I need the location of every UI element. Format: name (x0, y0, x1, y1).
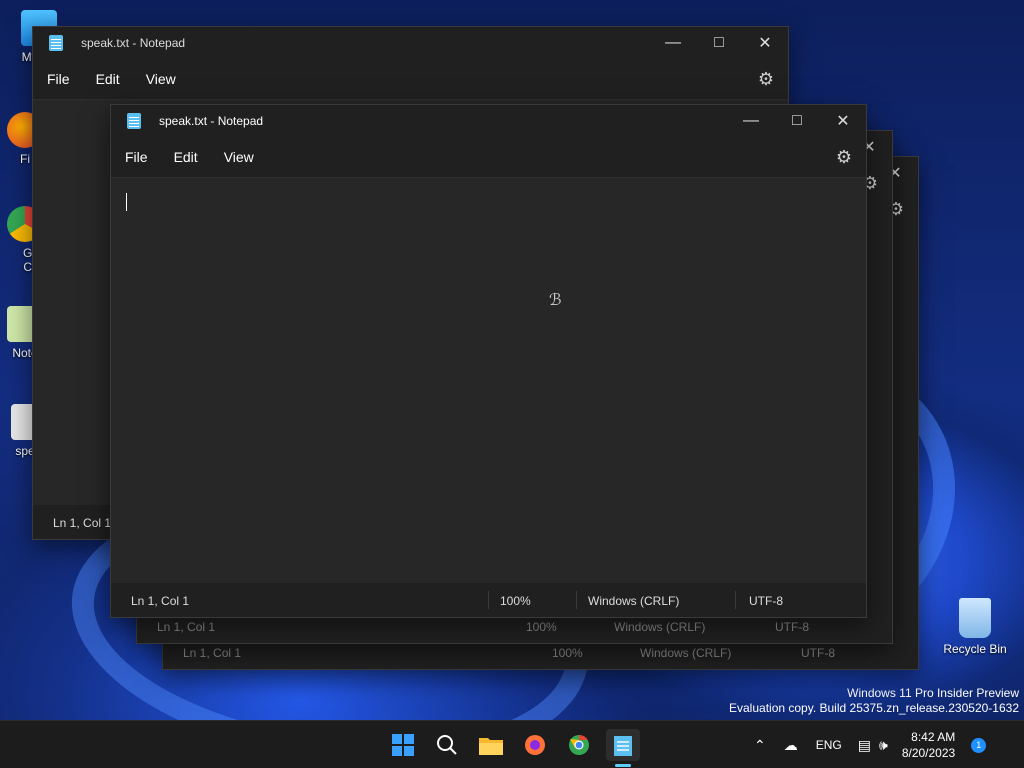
chrome-icon (569, 734, 589, 755)
window-title: speak.txt - Notepad (159, 114, 264, 128)
chrome-button[interactable] (562, 729, 596, 761)
watermark-line-2: Evaluation copy. Build 25375.zn_release.… (729, 701, 1019, 715)
build-watermark: Windows 11 Pro Insider Preview Evaluatio… (729, 686, 1019, 716)
status-line-ending: Windows (CRLF) (588, 594, 680, 608)
status-encoding: UTF-8 (801, 646, 835, 660)
status-position: Ln 1, Col 1 (157, 620, 216, 634)
menu-bar: File Edit View (111, 137, 866, 177)
menu-view[interactable]: View (214, 149, 264, 165)
clock-time: 8:42 AM (911, 730, 956, 744)
menu-view[interactable]: View (136, 71, 186, 87)
firefox-button[interactable] (518, 729, 552, 761)
firefox-icon (525, 735, 545, 755)
file-explorer-button[interactable] (474, 729, 508, 761)
status-zoom: 100% (526, 620, 557, 634)
status-position: Ln 1, Col 1 (183, 646, 242, 660)
status-encoding: UTF-8 (775, 620, 809, 634)
status-zoom: 100% (552, 646, 583, 660)
system-tray: ⌃ ☁ ENG ▤ 🕪 8:42 AM 8/20/2023 1 (754, 721, 987, 768)
maximize-button[interactable]: □ (774, 105, 820, 137)
input-language[interactable]: ENG (816, 738, 842, 752)
menu-edit[interactable]: Edit (86, 71, 130, 87)
status-zoom: 100% (500, 594, 531, 608)
status-separator (576, 591, 577, 609)
file-explorer-icon (479, 738, 503, 755)
start-button[interactable] (386, 729, 420, 761)
search-icon (437, 735, 457, 755)
desktop-icon-label: Recycle Bin (943, 642, 1007, 656)
maximize-button[interactable]: □ (696, 27, 742, 59)
taskbar: ⌃ ☁ ENG ▤ 🕪 8:42 AM 8/20/2023 1 (0, 720, 1024, 768)
notepad-icon (49, 35, 63, 51)
settings-gear-icon[interactable]: ⚙ (758, 69, 774, 90)
menu-file[interactable]: File (37, 71, 80, 87)
onedrive-offline-icon[interactable]: ☁ (784, 737, 798, 754)
i-beam-cursor-icon: ℬ (549, 292, 562, 309)
volume-icon[interactable]: 🕪 (879, 737, 888, 754)
desktop-icon-label: Fi (20, 152, 30, 166)
start-icon (392, 734, 414, 756)
clock[interactable]: 8:42 AM 8/20/2023 (902, 729, 955, 761)
status-line-ending: Windows (CRLF) (640, 646, 732, 660)
active-indicator (615, 764, 631, 767)
status-line-ending: Windows (CRLF) (614, 620, 706, 634)
network-icon[interactable]: ▤ (858, 737, 871, 754)
recycle-bin-icon (959, 598, 991, 638)
minimize-button[interactable]: — (650, 27, 696, 59)
notepad-window-front[interactable]: speak.txt - Notepad — □ ✕ File Edit View… (110, 104, 867, 618)
search-button[interactable] (430, 729, 464, 761)
notification-badge[interactable]: 1 (971, 737, 987, 753)
close-button[interactable]: ✕ (742, 27, 788, 59)
notepad-icon (614, 736, 632, 756)
status-position: Ln 1, Col 1 (131, 594, 190, 608)
settings-gear-icon[interactable]: ⚙ (836, 147, 852, 168)
menu-bar: File Edit View (33, 59, 788, 99)
status-bar: Ln 1, Col 1 100% Windows (CRLF) UTF-8 (111, 583, 866, 617)
desktop-icon-recycle-bin[interactable]: Recycle Bin (940, 598, 1010, 656)
status-separator (488, 591, 489, 609)
status-separator (735, 591, 736, 609)
text-editor[interactable]: ℬ (111, 177, 866, 583)
menu-edit[interactable]: Edit (164, 149, 208, 165)
notepad-icon (127, 113, 141, 129)
show-hidden-icons-chevron-icon[interactable]: ⌃ (754, 737, 766, 754)
status-position: Ln 1, Col 1 (53, 516, 112, 530)
notepad-taskbar-button[interactable] (606, 729, 640, 767)
watermark-line-1: Windows 11 Pro Insider Preview (847, 686, 1019, 700)
minimize-button[interactable]: — (728, 105, 774, 137)
status-encoding: UTF-8 (749, 594, 783, 608)
window-title: speak.txt - Notepad (81, 36, 186, 50)
text-caret (126, 193, 127, 211)
menu-file[interactable]: File (115, 149, 158, 165)
close-button[interactable]: ✕ (820, 105, 866, 137)
clock-date: 8/20/2023 (901, 746, 956, 760)
